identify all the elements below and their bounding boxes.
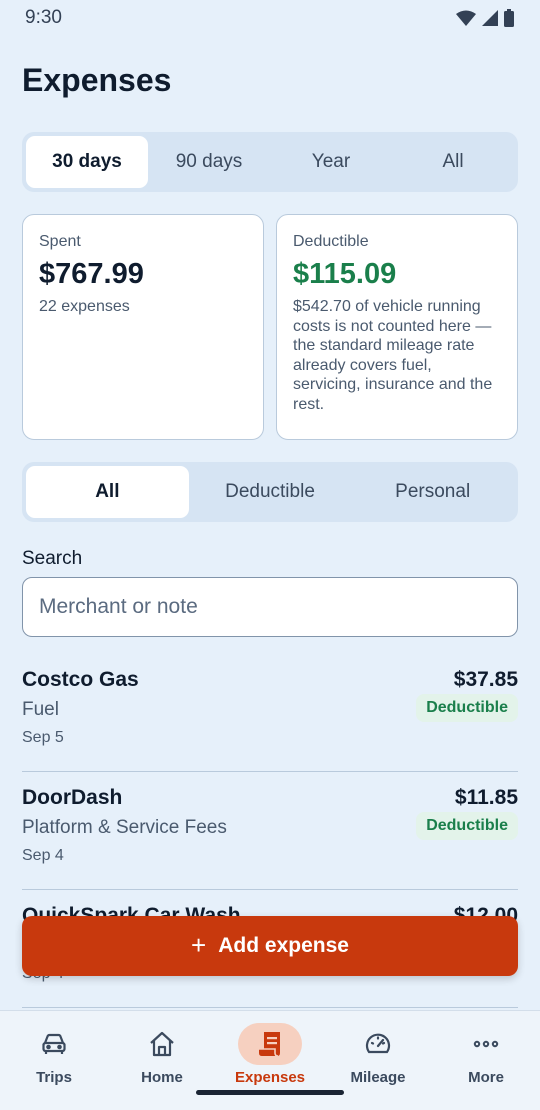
home-indicator[interactable] [196, 1090, 344, 1095]
wifi-icon [456, 10, 476, 26]
cell-signal-icon [482, 10, 498, 26]
filter-all[interactable]: All [26, 466, 189, 518]
nav-label: Trips [36, 1069, 72, 1086]
expense-row[interactable]: Costco Gas Fuel Sep 5 $37.85 Deductible [22, 654, 518, 772]
expense-merchant: Costco Gas [22, 668, 139, 691]
home-icon [150, 1031, 174, 1057]
bottom-navigation: Trips Home Expenses Mileage More [0, 1010, 540, 1110]
car-icon [42, 1033, 66, 1054]
expense-date: Sep 5 [22, 729, 64, 746]
nav-item-mileage[interactable]: Mileage [324, 1011, 432, 1110]
nav-icon-container [22, 1023, 86, 1065]
plus-icon: + [191, 929, 207, 960]
expense-amount: $37.85 [453, 668, 518, 691]
tab-30-days[interactable]: 30 days [26, 136, 148, 188]
period-selector: 30 days 90 days Year All [22, 132, 518, 192]
page-title: Expenses [22, 62, 172, 98]
add-expense-label: Add expense [218, 934, 349, 957]
nav-icon-container [238, 1023, 302, 1065]
spent-amount: $767.99 [39, 258, 144, 290]
deductibility-filter: All Deductible Personal [22, 462, 518, 522]
status-bar: 9:30 [0, 0, 540, 36]
nav-icon-container [346, 1023, 410, 1065]
expense-row[interactable]: DoorDash Platform & Service Fees Sep 4 $… [22, 772, 518, 890]
spent-label: Spent [39, 233, 81, 250]
filter-personal[interactable]: Personal [351, 466, 514, 518]
spent-card: Spent $767.99 22 expenses [22, 214, 264, 440]
nav-item-more[interactable]: More [432, 1011, 540, 1110]
deductible-note: $542.70 of vehicle running costs is not … [293, 298, 493, 413]
expense-merchant: DoorDash [22, 786, 123, 809]
deductible-amount: $115.09 [293, 258, 397, 290]
deductible-card: Deductible $115.09 $542.70 of vehicle ru… [276, 214, 518, 440]
more-dots-icon [473, 1040, 499, 1048]
nav-label: Mileage [350, 1069, 406, 1086]
expense-amount: $11.85 [454, 786, 518, 809]
search-input[interactable] [22, 577, 518, 637]
expense-category: Fuel [22, 699, 59, 720]
add-expense-button[interactable]: + Add expense [22, 916, 518, 976]
expense-count: 22 expenses [39, 298, 130, 315]
receipt-icon [259, 1032, 280, 1057]
expense-date: Sep 4 [22, 847, 64, 864]
tab-year[interactable]: Year [270, 136, 392, 188]
nav-item-trips[interactable]: Trips [0, 1011, 108, 1110]
expense-category: Platform & Service Fees [22, 817, 227, 838]
filter-deductible[interactable]: Deductible [189, 466, 352, 518]
tab-all-time[interactable]: All [392, 136, 514, 188]
nav-item-expenses[interactable]: Expenses [216, 1011, 324, 1110]
status-icons [456, 9, 514, 27]
nav-item-home[interactable]: Home [108, 1011, 216, 1110]
deductible-badge: Deductible [416, 694, 518, 722]
search-label: Search [22, 548, 83, 569]
deductible-label: Deductible [293, 233, 369, 250]
deductible-badge: Deductible [416, 812, 518, 840]
speedometer-icon [365, 1033, 391, 1054]
status-time: 9:30 [25, 7, 62, 28]
nav-icon-container [130, 1023, 194, 1065]
nav-icon-container [454, 1023, 518, 1065]
tab-90-days[interactable]: 90 days [148, 136, 270, 188]
nav-label: More [468, 1069, 504, 1086]
battery-icon [504, 9, 514, 27]
nav-label: Home [141, 1069, 183, 1086]
nav-label: Expenses [234, 1069, 306, 1086]
